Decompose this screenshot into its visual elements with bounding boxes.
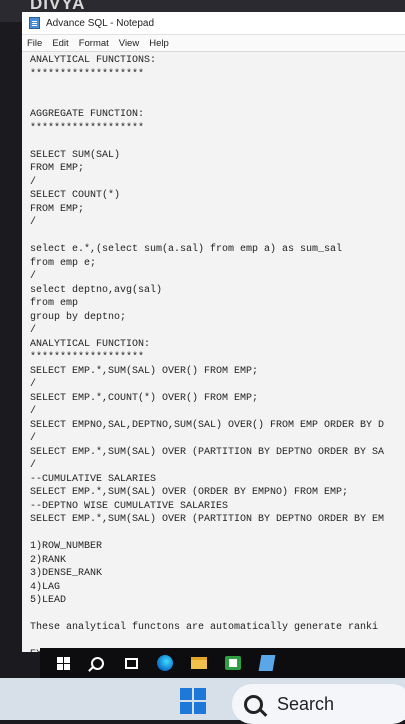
notepad-icon <box>258 655 276 671</box>
editor-line: 2)RANK <box>30 554 67 566</box>
editor-line: --CUMULATIVE SALARIES <box>30 473 157 485</box>
store-button[interactable] <box>222 653 244 673</box>
edge-button[interactable] <box>154 653 176 673</box>
windows-icon <box>56 656 70 670</box>
editor-line: / <box>30 460 37 471</box>
editor-line: / <box>30 176 37 188</box>
menu-help[interactable]: Help <box>149 38 169 49</box>
notepad-window: Advance SQL - Notepad File Edit Format V… <box>22 12 405 652</box>
editor-line: SELECT EMPNO,SAL,DEPTNO,SUM(SAL) OVER() … <box>30 419 385 431</box>
editor-line: SELECT COUNT(*) <box>30 190 121 201</box>
menu-format[interactable]: Format <box>79 38 109 49</box>
title-bar[interactable]: Advance SQL - Notepad <box>22 12 405 35</box>
edge-icon <box>157 655 173 671</box>
taskbar-search-button[interactable] <box>86 653 108 673</box>
editor-line: group by deptno; <box>30 311 127 323</box>
store-icon <box>225 656 241 670</box>
editor-line: 1)ROW_NUMBER <box>30 541 103 552</box>
windows-11-start-icon[interactable] <box>180 688 206 714</box>
editor-line: These analytical functons are automatica… <box>30 622 379 633</box>
menu-bar: File Edit Format View Help <box>22 35 405 52</box>
editor-line: select deptno,avg(sal) <box>30 284 163 296</box>
editor-line: from emp <box>30 298 79 309</box>
editor-line: 3)DENSE_RANK <box>30 568 103 579</box>
editor-line: SELECT SUM(SAL) <box>30 149 121 161</box>
editor-line: / <box>30 379 37 390</box>
file-explorer-icon <box>191 657 207 669</box>
search-icon <box>90 656 104 670</box>
editor-line: ANALYTICAL FUNCTION: <box>30 338 151 350</box>
magnifier-icon <box>244 694 263 714</box>
menu-view[interactable]: View <box>119 38 139 49</box>
editor-line: select e.*,(select sum(a.sal) from emp a… <box>30 244 343 255</box>
editor-line: 5)LEAD <box>30 595 67 606</box>
editor-line: FROM EMP; <box>30 203 85 215</box>
editor-line: from emp e; <box>30 257 97 269</box>
editor-line: FROM EMP; <box>30 163 85 174</box>
menu-file[interactable]: File <box>27 38 42 49</box>
editor-line: AGGREGATE FUNCTION: <box>30 109 145 120</box>
editor-line: 4)LAG <box>30 581 61 593</box>
editor-line: SELECT EMP.*,SUM(SAL) OVER() FROM EMP; <box>30 365 259 377</box>
text-editor[interactable]: ANALYTICAL FUNCTIONS: *******************… <box>22 52 405 652</box>
editor-line: SELECT EMP.*,COUNT(*) OVER() FROM EMP; <box>30 392 259 404</box>
editor-line: SELECT EMP.*,SUM(SAL) OVER (ORDER BY EMP… <box>30 487 349 498</box>
windows-start-button[interactable] <box>52 653 74 673</box>
task-view-button[interactable] <box>120 653 142 673</box>
search-label: Search <box>277 693 335 714</box>
editor-line: / <box>30 325 37 336</box>
editor-line: / <box>30 217 37 228</box>
menu-edit[interactable]: Edit <box>52 38 68 49</box>
editor-line: / <box>30 271 37 282</box>
editor-line: SELECT EMP.*,SUM(SAL) OVER (PARTITION BY… <box>30 514 385 525</box>
editor-line: ******************* <box>30 122 145 134</box>
editor-line: --DEPTNO WISE CUMULATIVE SALARIES <box>30 500 229 512</box>
taskbar <box>40 648 405 678</box>
task-view-icon <box>124 657 138 669</box>
editor-line: ******************* <box>30 68 145 80</box>
notepad-app-icon <box>29 17 40 29</box>
file-explorer-button[interactable] <box>188 653 210 673</box>
editor-line: / <box>30 433 37 444</box>
editor-line: ******************* <box>30 352 145 363</box>
window-title: Advance SQL - Notepad <box>46 17 155 29</box>
windows-search-box[interactable]: Search <box>232 684 405 724</box>
editor-line: SELECT EMP.*,SUM(SAL) OVER (PARTITION BY… <box>30 446 385 458</box>
editor-line: ANALYTICAL FUNCTIONS: <box>30 55 157 66</box>
editor-line: / <box>30 406 37 417</box>
notepad-taskbar-button[interactable] <box>256 653 278 673</box>
